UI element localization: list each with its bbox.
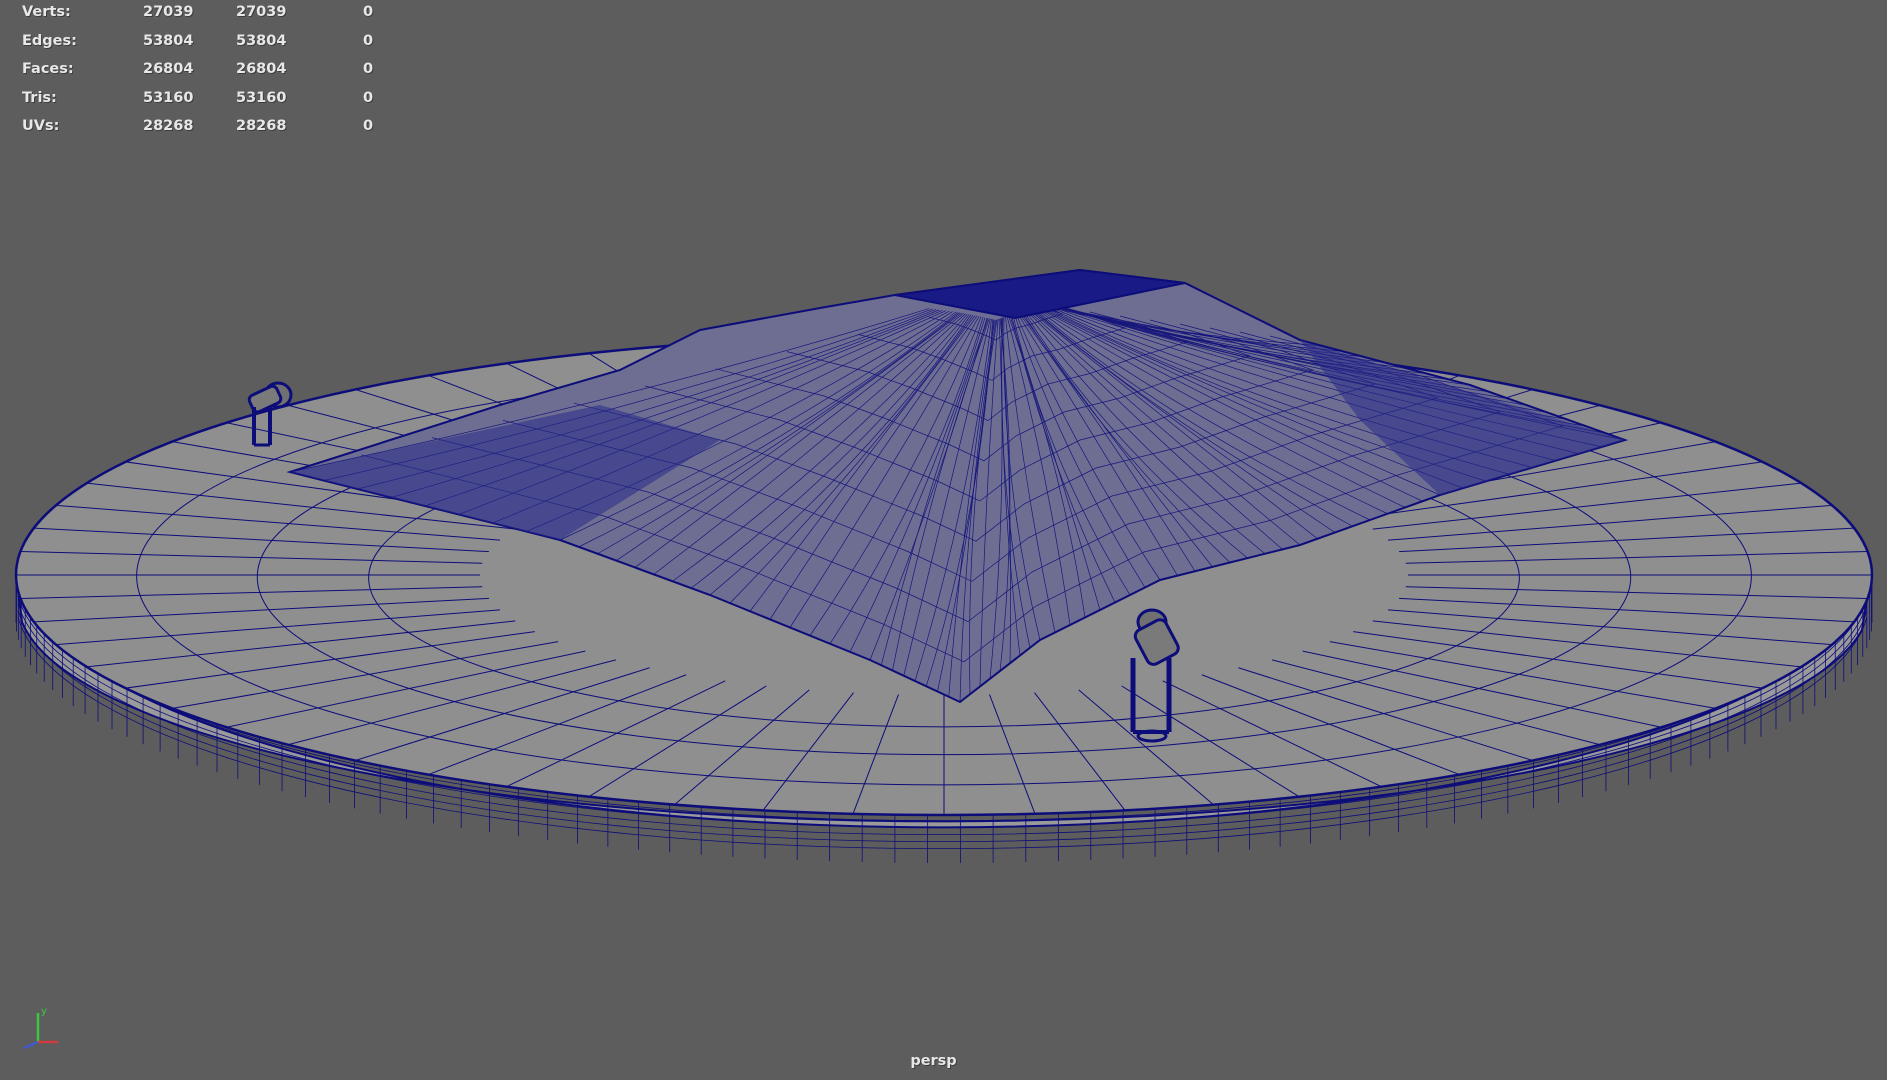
- hud-value: 28268: [236, 118, 287, 134]
- hud-value: 53160: [143, 89, 194, 106]
- maya-perspective-viewport[interactable]: Verts: 27039 27039 0 Edges: 53804 53804 …: [0, 0, 1887, 1080]
- hud-value: 27039: [236, 4, 287, 20]
- hud-value: 53160: [236, 89, 287, 106]
- hud-row-edges: Edges: 53804 53804 0: [22, 33, 382, 62]
- camera-name-label: persp: [910, 1053, 957, 1069]
- wireframe-scene[interactable]: [0, 0, 1887, 1080]
- hud-value: 0: [363, 32, 374, 49]
- hud-value: 53804: [236, 32, 287, 49]
- hud-row-tris: Tris: 53160 53160 0: [22, 90, 382, 119]
- hud-label: Verts:: [22, 4, 71, 20]
- axis-y-label: y: [41, 1006, 47, 1017]
- hud-value: 26804: [143, 61, 194, 77]
- hud-label: UVs:: [22, 118, 60, 134]
- hud-value: 0: [363, 118, 374, 134]
- hud-value: 26804: [236, 61, 287, 77]
- hud-value: 27039: [143, 4, 194, 20]
- hud-value: 53804: [143, 32, 194, 49]
- hud-row-faces: Faces: 26804 26804 0: [22, 61, 382, 90]
- hud-label: Edges:: [22, 32, 77, 49]
- hud-label: Tris:: [22, 89, 57, 106]
- hud-label: Faces:: [22, 61, 74, 77]
- hud-row-uvs: UVs: 28268 28268 0: [22, 118, 382, 147]
- axis-z-icon: [23, 1040, 39, 1050]
- hud-value: 0: [363, 4, 374, 20]
- hud-value: 28268: [143, 118, 194, 134]
- hud-value: 0: [363, 61, 374, 77]
- hud-row-verts: Verts: 27039 27039 0: [22, 4, 382, 33]
- poly-count-hud: Verts: 27039 27039 0 Edges: 53804 53804 …: [22, 4, 382, 147]
- axis-gizmo-icon: y: [23, 1006, 58, 1050]
- hud-value: 0: [363, 89, 374, 106]
